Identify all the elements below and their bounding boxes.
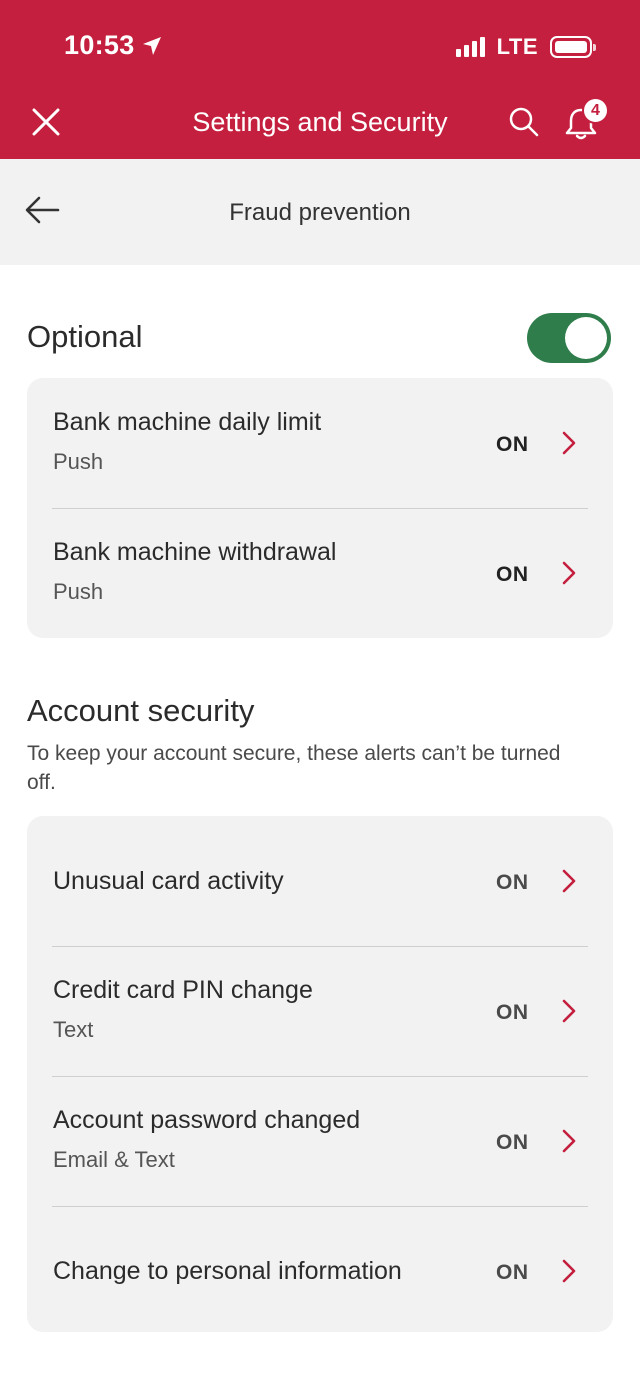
chevron-right-icon	[562, 999, 576, 1023]
alert-status: ON	[496, 871, 529, 894]
alert-status: ON	[496, 1131, 529, 1154]
app-title: Settings and Security	[192, 107, 448, 137]
notification-badge: 4	[582, 97, 609, 124]
app-header: 10:53 LTE Settings and Security 4	[0, 0, 640, 159]
sub-header: Fraud prevention	[0, 159, 640, 265]
chevron-right-icon	[562, 1259, 576, 1283]
alert-label: Account password changed	[53, 1106, 361, 1134]
alert-channel: Email & Text	[53, 1147, 175, 1172]
section-title-optional: Optional	[27, 319, 143, 354]
alert-row-account-password-changed[interactable]: Account password changed Email & Text ON	[27, 1076, 613, 1206]
alert-status: ON	[496, 433, 529, 456]
optional-alerts-card: Bank machine daily limit Push ON Bank ma…	[27, 378, 613, 638]
search-icon[interactable]	[508, 106, 540, 138]
status-time: 10:53	[64, 30, 163, 61]
chevron-right-icon	[562, 869, 576, 893]
status-indicators: LTE	[455, 34, 596, 60]
location-arrow-icon	[142, 36, 161, 55]
alert-label: Credit card PIN change	[53, 976, 313, 1004]
alert-status: ON	[496, 1261, 529, 1284]
alert-channel: Text	[53, 1017, 94, 1042]
cellular-signal-icon	[455, 37, 485, 57]
alert-row-change-to-personal-information[interactable]: Change to personal information ON	[27, 1206, 613, 1332]
page-title: Fraud prevention	[229, 199, 411, 226]
alert-label: Bank machine daily limit	[53, 408, 322, 436]
chevron-right-icon	[562, 1129, 576, 1153]
alert-status: ON	[496, 563, 529, 586]
alert-status: ON	[496, 1001, 529, 1024]
section-description: To keep your account secure, these alert…	[27, 742, 561, 794]
chevron-right-icon	[562, 561, 576, 585]
chevron-right-icon	[562, 431, 576, 455]
alert-row-bank-machine-withdrawal[interactable]: Bank machine withdrawal Push ON	[27, 508, 613, 638]
alert-label: Change to personal information	[53, 1257, 402, 1285]
battery-icon	[550, 36, 596, 58]
account-security-card: Unusual card activity ON Credit card PIN…	[27, 816, 613, 1332]
alert-row-bank-machine-daily-limit[interactable]: Bank machine daily limit Push ON	[27, 378, 613, 508]
toggle-knob	[565, 317, 607, 359]
network-type: LTE	[496, 34, 538, 59]
alert-label: Unusual card activity	[53, 867, 284, 895]
status-time-text: 10:53	[64, 30, 135, 60]
alert-label: Bank machine withdrawal	[53, 538, 337, 566]
alert-channel: Push	[53, 449, 104, 474]
alert-row-unusual-card-activity[interactable]: Unusual card activity ON	[27, 816, 613, 946]
alert-row-credit-card-pin-change[interactable]: Credit card PIN change Text ON	[27, 946, 613, 1076]
section-title-account-security: Account security	[27, 693, 255, 728]
close-icon[interactable]	[28, 104, 64, 140]
optional-alerts-toggle[interactable]	[527, 313, 611, 363]
alert-channel: Push	[53, 579, 104, 604]
